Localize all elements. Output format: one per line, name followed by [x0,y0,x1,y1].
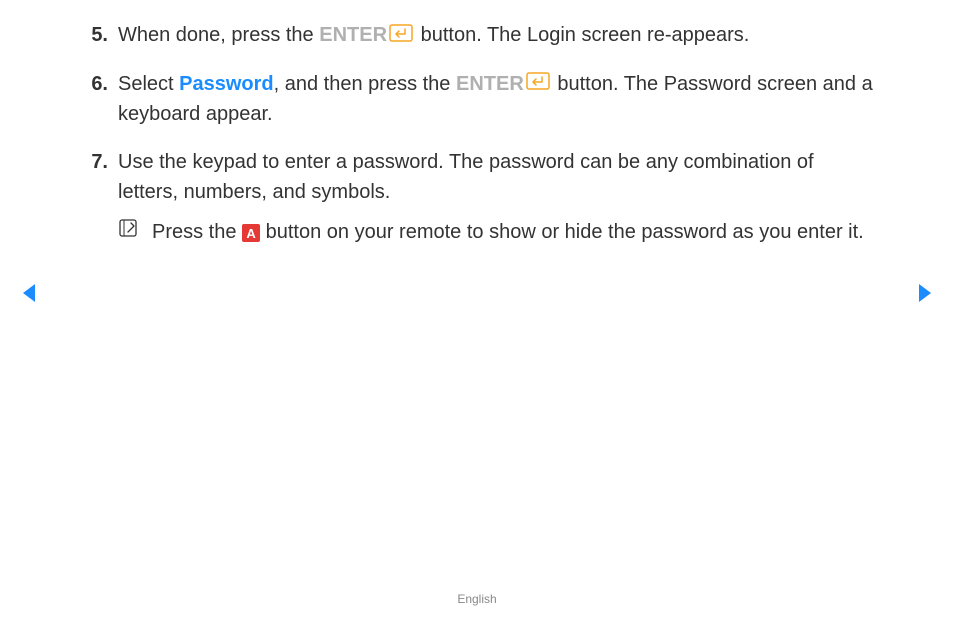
step-6: 6. Select Password, and then press the E… [80,69,874,130]
text-segment: Press the [152,221,242,243]
note-row: Press the A button on your remote to sho… [118,217,874,247]
enter-icon [389,21,413,51]
password-label: Password [179,73,273,95]
text-segment: Select [118,73,179,95]
note-text: Press the A button on your remote to sho… [152,217,874,247]
text-segment: button on your remote to show or hide th… [260,221,864,243]
step-number: 7. [80,147,108,247]
enter-icon [526,69,550,99]
a-button-icon: A [242,224,260,242]
text-segment: Use the keypad to enter a password. The … [118,151,814,203]
step-text: Select Password, and then press the ENTE… [118,69,874,130]
enter-label: ENTER [319,24,387,46]
footer-language: English [0,592,954,606]
prev-page-button[interactable] [20,282,38,309]
step-number: 5. [80,20,108,51]
text-segment: , and then press the [274,73,456,95]
enter-label: ENTER [456,73,524,95]
instruction-content: 5. When done, press the ENTER button. Th… [0,0,954,247]
step-5: 5. When done, press the ENTER button. Th… [80,20,874,51]
step-text: When done, press the ENTER button. The L… [118,20,874,51]
step-7: 7. Use the keypad to enter a password. T… [80,147,874,247]
next-page-button[interactable] [916,282,934,309]
step-number: 6. [80,69,108,130]
note-icon [118,217,146,247]
text-segment: When done, press the [118,24,319,46]
text-segment: button. The Login screen re-appears. [415,24,749,46]
step-text: Use the keypad to enter a password. The … [118,147,874,247]
